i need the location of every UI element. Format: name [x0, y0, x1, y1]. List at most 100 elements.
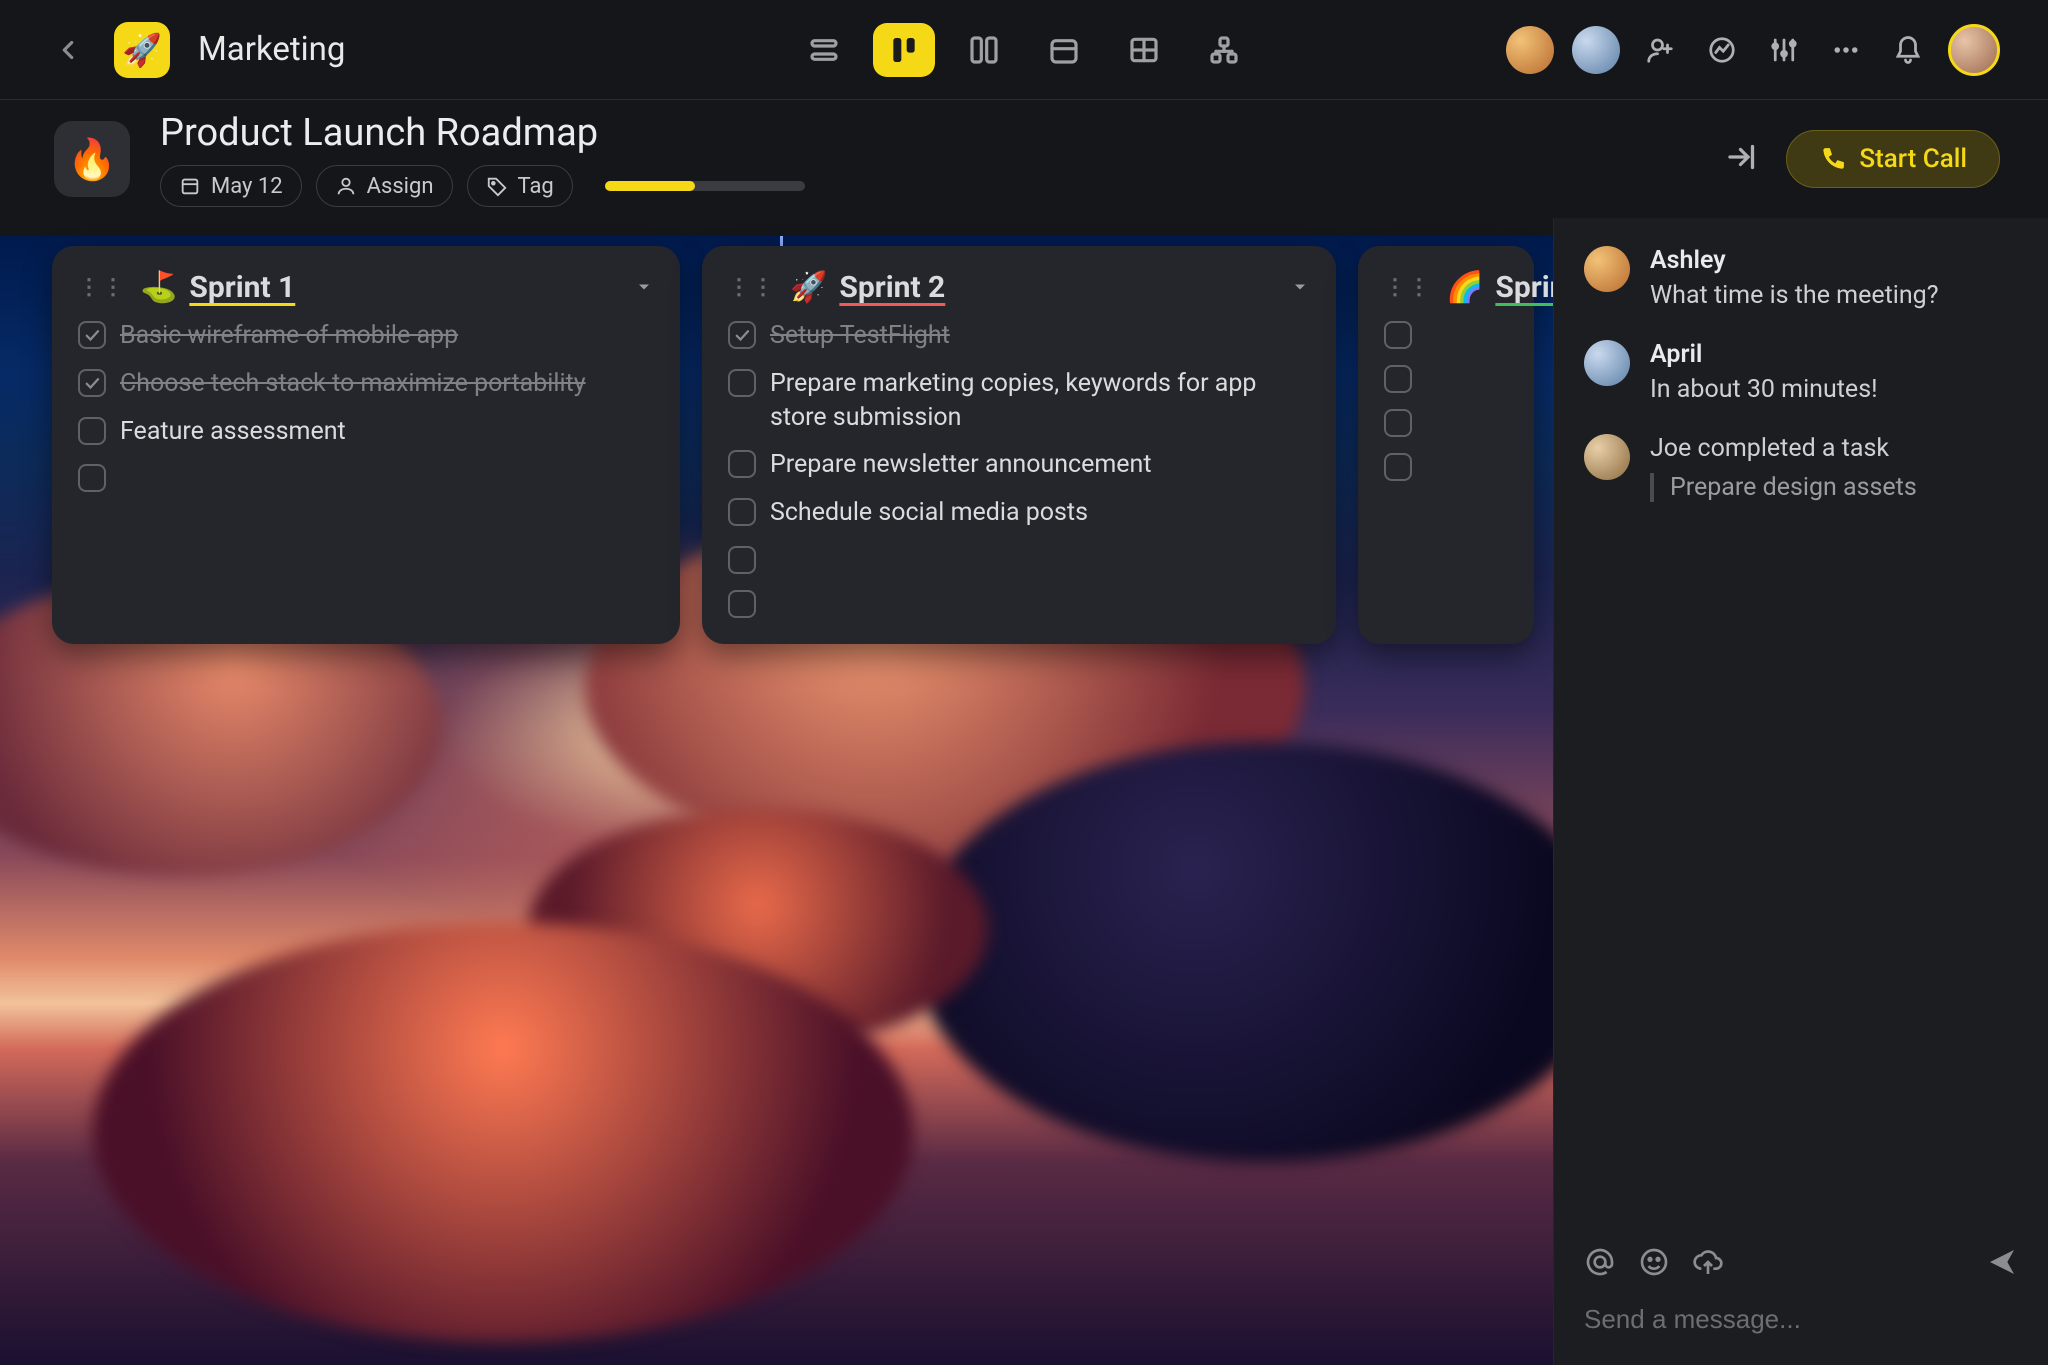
start-call-button[interactable]: Start Call [1786, 130, 2000, 188]
task-text: Setup TestFlight [770, 319, 950, 353]
mention-button[interactable] [1584, 1246, 1616, 1282]
send-button[interactable] [1986, 1246, 2018, 1282]
task-item[interactable]: Choose tech stack to maximize portabilit… [78, 367, 654, 401]
task-item[interactable]: Feature assessment [78, 415, 654, 449]
task-item[interactable] [1384, 407, 1508, 437]
workspace-icon[interactable]: 🚀 [114, 22, 170, 78]
column-sprint-1: ⋮⋮ ⛳ Sprint 1 Basic wireframe of mobile … [52, 246, 680, 644]
settings-button[interactable] [1762, 28, 1806, 72]
task-item[interactable] [728, 544, 1310, 574]
task-checkbox[interactable] [78, 369, 106, 397]
column-header[interactable]: ⋮⋮ ⛳ Sprint 1 [78, 270, 654, 305]
task-checkbox[interactable] [1384, 321, 1412, 349]
top-bar: 🚀 Marketing [0, 0, 2048, 100]
task-checkbox[interactable] [728, 546, 756, 574]
activity-button[interactable] [1700, 28, 1744, 72]
tag-chip[interactable]: Tag [467, 165, 573, 207]
task-checkbox[interactable] [78, 321, 106, 349]
task-item[interactable] [1384, 451, 1508, 481]
presence-avatar-ashley[interactable] [1506, 26, 1554, 74]
task-item[interactable] [728, 588, 1310, 618]
message-author: April [1650, 340, 1878, 369]
chat-toolbar [1584, 1246, 2018, 1282]
message-text: In about 30 minutes! [1650, 375, 1878, 404]
chat-message: Joe completed a task Prepare design asse… [1584, 434, 2018, 502]
phone-icon [1819, 146, 1845, 172]
column-header[interactable]: ⋮⋮ 🌈 Sprin [1384, 270, 1508, 305]
chat-input[interactable] [1584, 1304, 2018, 1335]
drag-handle-icon[interactable]: ⋮⋮ [728, 275, 776, 300]
column-sprint-3: ⋮⋮ 🌈 Sprin [1358, 246, 1534, 644]
task-checkbox[interactable] [728, 450, 756, 478]
task-checkbox[interactable] [1384, 409, 1412, 437]
back-button[interactable] [44, 26, 92, 74]
assign-label: Assign [367, 174, 434, 199]
current-user-avatar[interactable] [1948, 24, 2000, 76]
date-chip[interactable]: May 12 [160, 165, 302, 207]
task-item[interactable]: Prepare newsletter announcement [728, 448, 1310, 482]
topbar-right [1506, 24, 2000, 76]
task-item[interactable] [1384, 363, 1508, 393]
view-table[interactable] [1113, 23, 1175, 77]
task-item[interactable] [1384, 319, 1508, 349]
board-columns: ⋮⋮ ⛳ Sprint 1 Basic wireframe of mobile … [52, 246, 1534, 644]
view-org[interactable] [1193, 23, 1255, 77]
check-icon [83, 326, 101, 344]
presence-avatar-april[interactable] [1572, 26, 1620, 74]
task-checkbox[interactable] [728, 498, 756, 526]
task-text: Prepare newsletter announcement [770, 448, 1152, 482]
check-icon [83, 374, 101, 392]
avatar[interactable] [1584, 340, 1630, 386]
task-text: Choose tech stack to maximize portabilit… [120, 367, 586, 401]
project-icon[interactable]: 🔥 [54, 121, 130, 197]
view-list[interactable] [793, 23, 855, 77]
task-checkbox[interactable] [78, 464, 106, 492]
bell-icon [1893, 35, 1923, 65]
task-checkbox[interactable] [78, 417, 106, 445]
view-split[interactable] [953, 23, 1015, 77]
task-item[interactable]: Setup TestFlight [728, 319, 1310, 353]
column-menu-button[interactable] [1290, 270, 1310, 305]
add-member-button[interactable] [1638, 28, 1682, 72]
progress-bar [605, 181, 805, 191]
task-checkbox[interactable] [1384, 453, 1412, 481]
message-text: Joe completed a task [1650, 434, 1917, 463]
more-button[interactable] [1824, 28, 1868, 72]
view-calendar[interactable] [1033, 23, 1095, 77]
avatar[interactable] [1584, 246, 1630, 292]
collapse-icon [1724, 139, 1760, 175]
view-board[interactable] [873, 23, 935, 77]
task-item[interactable]: Basic wireframe of mobile app [78, 319, 654, 353]
chat-messages: Ashley What time is the meeting? April I… [1554, 218, 2048, 1226]
calendar-icon [1048, 34, 1080, 66]
task-item[interactable] [78, 462, 654, 492]
tag-icon [486, 175, 508, 197]
drag-handle-icon[interactable]: ⋮⋮ [78, 275, 126, 300]
avatar[interactable] [1584, 434, 1630, 480]
upload-icon [1692, 1246, 1724, 1278]
task-checkbox[interactable] [1384, 365, 1412, 393]
activity-icon [1707, 35, 1737, 65]
column-menu-button[interactable] [634, 270, 654, 305]
progress-fill [605, 181, 695, 191]
column-header[interactable]: ⋮⋮ 🚀 Sprint 2 [728, 270, 1310, 305]
chat-message: Ashley What time is the meeting? [1584, 246, 2018, 310]
attach-button[interactable] [1692, 1246, 1724, 1282]
task-item[interactable]: Schedule social media posts [728, 496, 1310, 530]
assign-chip[interactable]: Assign [316, 165, 453, 207]
task-text: Prepare marketing copies, keywords for a… [770, 367, 1310, 435]
task-checkbox[interactable] [728, 369, 756, 397]
drag-handle-icon[interactable]: ⋮⋮ [1384, 275, 1432, 300]
column-emoji: 🚀 [790, 270, 827, 305]
task-checkbox[interactable] [728, 321, 756, 349]
notifications-button[interactable] [1886, 28, 1930, 72]
list-icon [808, 34, 840, 66]
sliders-icon [1769, 35, 1799, 65]
message-author: Ashley [1650, 246, 1939, 275]
project-info: Product Launch Roadmap May 12 Assign Tag [160, 111, 805, 207]
emoji-button[interactable] [1638, 1246, 1670, 1282]
task-item[interactable]: Prepare marketing copies, keywords for a… [728, 367, 1310, 435]
collapse-sidebar-button[interactable] [1724, 139, 1760, 179]
task-checkbox[interactable] [728, 590, 756, 618]
smile-icon [1638, 1246, 1670, 1278]
